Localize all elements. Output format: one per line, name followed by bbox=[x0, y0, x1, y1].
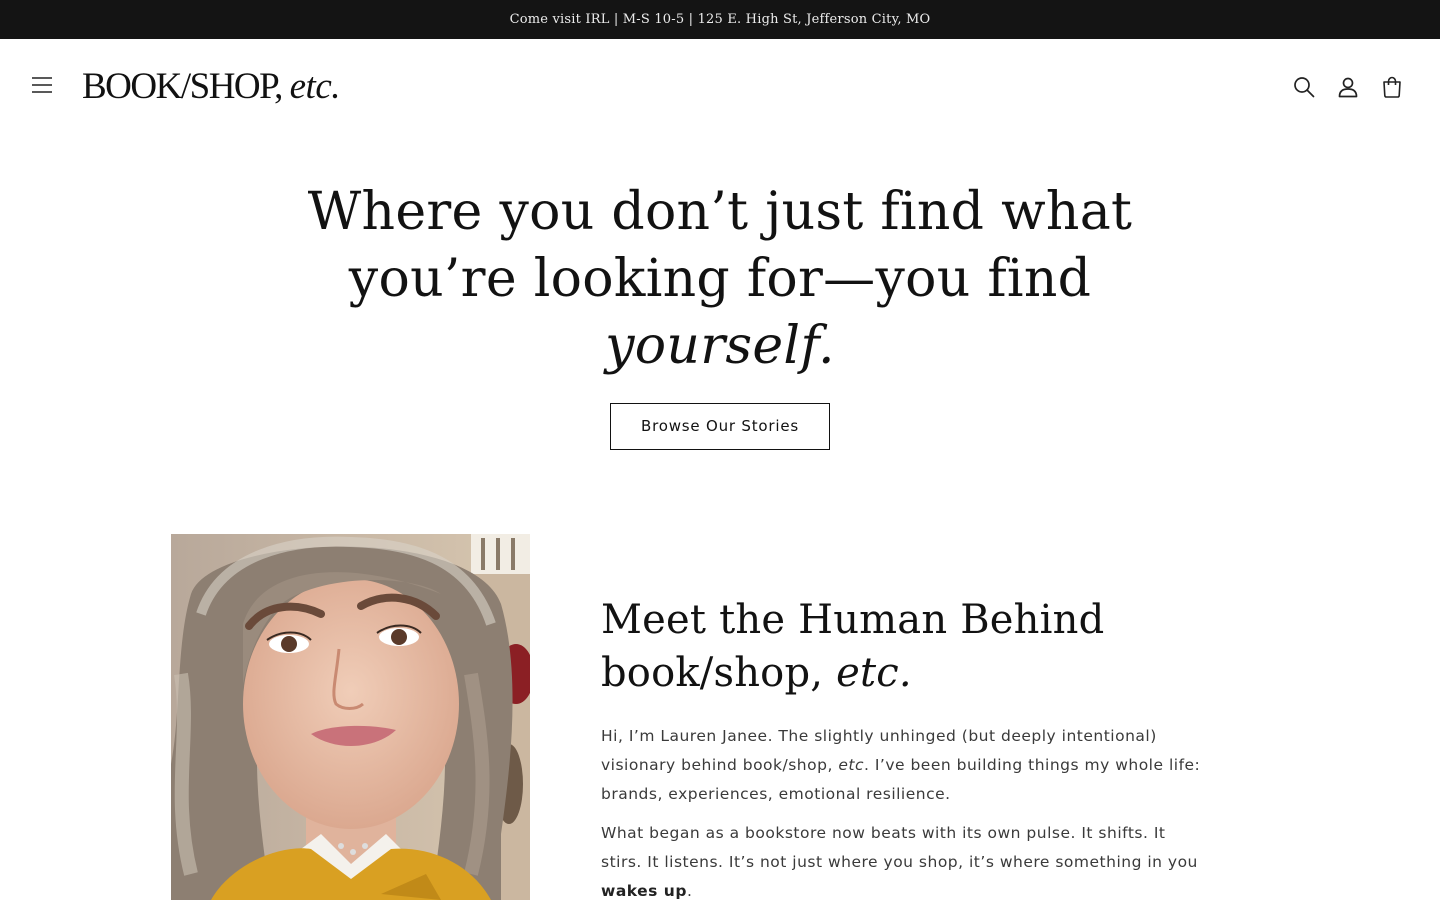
search-button[interactable] bbox=[1284, 65, 1324, 109]
search-icon bbox=[1293, 76, 1315, 98]
about-paragraph-1: Hi, I’m Lauren Janee. The slightly unhin… bbox=[601, 722, 1201, 809]
site-logo[interactable]: BOOK/SHOP, etc. bbox=[82, 65, 341, 108]
account-button[interactable] bbox=[1328, 65, 1368, 109]
about-title-line-1: Meet the Human Behind bbox=[601, 597, 1105, 643]
site-header: BOOK/SHOP, etc. bbox=[0, 39, 1440, 135]
about-title-emphasis: etc. bbox=[836, 650, 912, 696]
hero-section: Where you don’t just find what you’re lo… bbox=[0, 135, 1440, 450]
browse-stories-button[interactable]: Browse Our Stories bbox=[610, 403, 830, 450]
about-p2-strong: wakes up bbox=[601, 882, 687, 900]
shopping-bag-icon bbox=[1381, 76, 1403, 98]
logo-main-text: BOOK/SHOP, bbox=[82, 66, 283, 107]
cart-button[interactable] bbox=[1372, 65, 1412, 109]
hero-title: Where you don’t just find what you’re lo… bbox=[270, 179, 1170, 380]
header-icons bbox=[1284, 65, 1412, 109]
hamburger-menu-icon bbox=[32, 76, 52, 98]
menu-button[interactable] bbox=[22, 67, 62, 107]
about-paragraph-2: What began as a bookstore now beats with… bbox=[601, 819, 1201, 906]
announcement-text: Come visit IRL | M-S 10-5 | 125 E. High … bbox=[509, 12, 931, 27]
about-title: Meet the Human Behind book/shop, etc. bbox=[601, 594, 1201, 700]
owner-portrait-photo bbox=[171, 534, 530, 900]
hero-title-line-1: Where you don’t just find what bbox=[307, 182, 1133, 242]
account-login-icon bbox=[1337, 76, 1359, 98]
hero-title-line-2: you’re looking for—you find bbox=[348, 249, 1092, 309]
about-text-block: Meet the Human Behind book/shop, etc. Hi… bbox=[601, 594, 1201, 906]
logo-etc-text: etc. bbox=[289, 66, 341, 107]
about-title-line-2: book/shop, bbox=[601, 650, 824, 696]
about-p2-start: What began as a bookstore now beats with… bbox=[601, 824, 1198, 871]
about-p2-end: . bbox=[686, 882, 693, 900]
hero-title-emphasis: yourself. bbox=[605, 316, 835, 376]
about-p1-emphasis: etc bbox=[838, 756, 864, 774]
announcement-bar: Come visit IRL | M-S 10-5 | 125 E. High … bbox=[0, 0, 1440, 39]
about-section: Meet the Human Behind book/shop, etc. Hi… bbox=[0, 534, 1440, 900]
